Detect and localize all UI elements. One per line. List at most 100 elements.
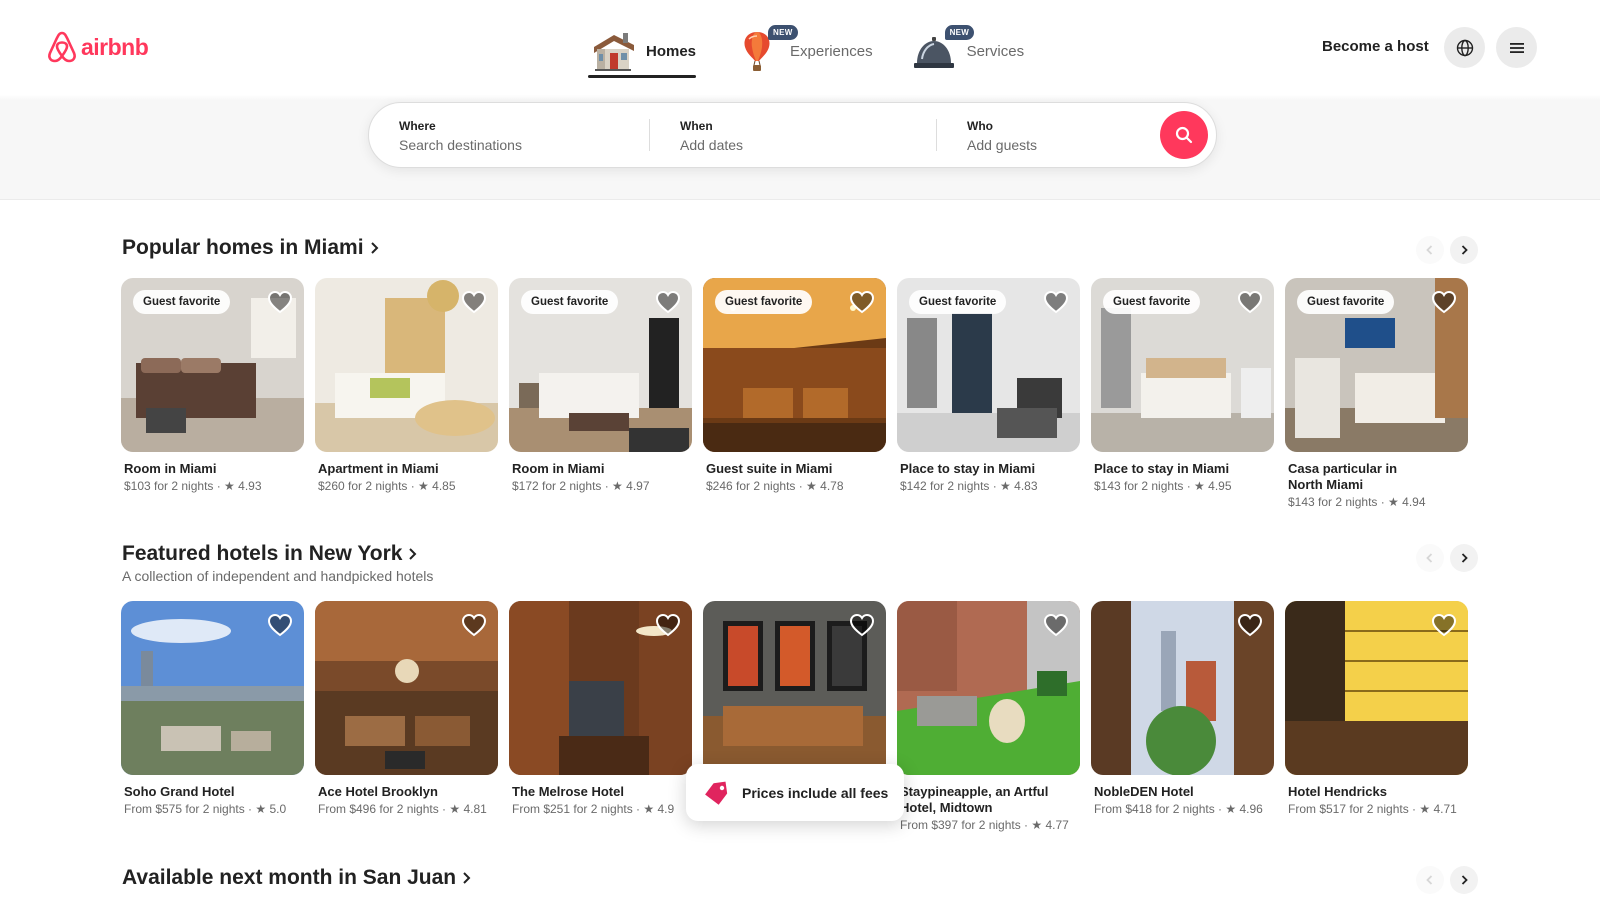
- dates-input[interactable]: [680, 137, 900, 153]
- new-badge: NEW: [768, 25, 798, 40]
- hot-air-balloon-icon: NEW: [734, 25, 798, 73]
- listing-card[interactable]: NobleDEN Hotel From $418 for 2 nights · …: [1091, 601, 1274, 832]
- become-a-host-link[interactable]: Become a host: [1322, 38, 1429, 55]
- listing-card[interactable]: Guest favorite Place to stay in Miami $1…: [897, 278, 1080, 509]
- section-san-juan: Available next month in San Juan: [0, 858, 1600, 900]
- heart-icon[interactable]: [655, 613, 681, 637]
- heart-icon[interactable]: [461, 613, 487, 637]
- heart-icon[interactable]: [1431, 613, 1457, 637]
- heart-icon[interactable]: [1237, 290, 1263, 314]
- tab-experiences[interactable]: NEW Experiences: [734, 24, 873, 78]
- airbnb-logo-icon: [48, 31, 76, 63]
- where-field[interactable]: Where: [369, 103, 649, 167]
- listing-title: Apartment in Miami: [318, 461, 439, 476]
- listing-photo[interactable]: [897, 601, 1080, 775]
- when-field[interactable]: When: [650, 103, 936, 167]
- listing-card[interactable]: Guest favorite Place to stay in Miami $1…: [1091, 278, 1274, 509]
- chevron-left-icon: [1426, 245, 1433, 255]
- where-label: Where: [399, 119, 436, 133]
- listing-photo[interactable]: [509, 601, 692, 775]
- category-nav: Homes NEW Experiences NEW Services: [587, 24, 1025, 78]
- heart-icon[interactable]: [849, 290, 875, 314]
- heart-icon[interactable]: [267, 290, 293, 314]
- listing-price-rating: $172 for 2 nights · ★ 4.97: [512, 479, 650, 493]
- listing-carousel: Guest favorite Room in Miami $103 for 2 …: [121, 278, 1468, 509]
- tab-homes[interactable]: Homes: [587, 24, 697, 78]
- listing-price-rating: From $575 for 2 nights · ★ 5.0: [124, 802, 287, 816]
- search-icon: [1175, 126, 1193, 144]
- scroll-right-button[interactable]: [1450, 544, 1478, 572]
- listing-card[interactable]: Apartment in Miami $260 for 2 nights · ★…: [315, 278, 498, 509]
- listing-price-rating: $143 for 2 nights · ★ 4.94: [1288, 495, 1426, 509]
- airbnb-wordmark: airbnb: [81, 33, 149, 60]
- tab-homes-label: Homes: [646, 42, 697, 60]
- guests-input[interactable]: [967, 137, 1127, 153]
- guest-favorite-badge: Guest favorite: [1103, 290, 1201, 314]
- listing-price-rating: $246 for 2 nights · ★ 4.78: [706, 479, 844, 493]
- heart-icon[interactable]: [1043, 613, 1069, 637]
- scroll-right-button[interactable]: [1450, 866, 1478, 894]
- listing-photo[interactable]: Guest favorite: [1285, 278, 1468, 452]
- search-button[interactable]: [1160, 111, 1208, 159]
- section-popular-homes-miami: Popular homes in Miami Guest favorite Ro…: [0, 228, 1600, 518]
- heart-icon[interactable]: [461, 290, 487, 314]
- listing-photo[interactable]: [1091, 601, 1274, 775]
- section-title: Featured hotels in New York: [122, 542, 403, 565]
- listing-card[interactable]: Soho Grand Hotel From $575 for 2 nights …: [121, 601, 304, 832]
- prices-include-fees-label: Prices include all fees: [742, 784, 889, 801]
- heart-icon[interactable]: [267, 613, 293, 637]
- heart-icon[interactable]: [1431, 290, 1457, 314]
- listing-photo[interactable]: Guest favorite: [1091, 278, 1274, 452]
- tab-services-label: Services: [966, 42, 1025, 60]
- who-field[interactable]: Who: [937, 103, 1137, 167]
- listing-title: Place to stay in Miami: [1094, 461, 1230, 476]
- listing-card[interactable]: Guest favorite Room in Miami $103 for 2 …: [121, 278, 304, 509]
- guest-favorite-badge: Guest favorite: [715, 290, 813, 314]
- listing-photo[interactable]: Guest favorite: [509, 278, 692, 452]
- chevron-right-icon: [463, 872, 471, 884]
- scroll-right-button[interactable]: [1450, 236, 1478, 264]
- listing-photo[interactable]: [315, 278, 498, 452]
- heart-icon[interactable]: [849, 613, 875, 637]
- main-menu-button[interactable]: [1496, 27, 1537, 68]
- new-badge: NEW: [944, 25, 975, 40]
- heart-icon[interactable]: [1043, 290, 1069, 314]
- tab-services[interactable]: NEW Services: [911, 24, 1025, 78]
- scroll-left-button[interactable]: [1416, 544, 1444, 572]
- listing-photo[interactable]: [703, 601, 886, 775]
- listing-photo[interactable]: [121, 601, 304, 775]
- heart-icon[interactable]: [655, 290, 681, 314]
- listing-photo[interactable]: Guest favorite: [897, 278, 1080, 452]
- scroll-left-button[interactable]: [1416, 866, 1444, 894]
- section-title-link[interactable]: Popular homes in Miami: [122, 236, 380, 260]
- listing-title: The Melrose Hotel: [512, 784, 624, 799]
- listing-card[interactable]: Ace Hotel Brooklyn From $496 for 2 night…: [315, 601, 498, 832]
- house-icon: [590, 29, 636, 73]
- guest-favorite-badge: Guest favorite: [1297, 290, 1395, 314]
- section-title-link[interactable]: Available next month in San Juan: [122, 866, 472, 890]
- who-label: Who: [967, 119, 993, 133]
- listing-price-rating: $143 for 2 nights · ★ 4.95: [1094, 479, 1232, 493]
- chevron-right-icon: [1461, 875, 1468, 885]
- heart-icon[interactable]: [1237, 613, 1263, 637]
- destination-input[interactable]: [399, 137, 619, 153]
- airbnb-logo[interactable]: airbnb: [47, 31, 149, 63]
- service-bell-icon: NEW: [911, 25, 975, 73]
- listing-photo[interactable]: [315, 601, 498, 775]
- listing-price-rating: From $397 for 2 nights · ★ 4.77: [900, 818, 1069, 832]
- listing-card[interactable]: Guest favorite Casa particular in North …: [1285, 278, 1468, 509]
- listing-title: Room in Miami: [512, 461, 605, 476]
- prices-include-fees-pill[interactable]: Prices include all fees: [686, 764, 904, 821]
- listing-card[interactable]: Guest favorite Room in Miami $172 for 2 …: [509, 278, 692, 509]
- language-button[interactable]: [1444, 27, 1485, 68]
- listing-card[interactable]: Hotel Hendricks From $517 for 2 nights ·…: [1285, 601, 1468, 832]
- listing-card[interactable]: Guest favorite Guest suite in Miami $246…: [703, 278, 886, 509]
- listing-card[interactable]: The Melrose Hotel From $251 for 2 nights…: [509, 601, 692, 832]
- listing-photo[interactable]: Guest favorite: [703, 278, 886, 452]
- section-title-link[interactable]: Featured hotels in New York: [122, 542, 418, 566]
- listing-photo[interactable]: [1285, 601, 1468, 775]
- listing-card[interactable]: Staypineapple, an Artful Hotel, Midtown …: [897, 601, 1080, 832]
- scroll-left-button[interactable]: [1416, 236, 1444, 264]
- listing-photo[interactable]: Guest favorite: [121, 278, 304, 452]
- chevron-right-icon: [1461, 245, 1468, 255]
